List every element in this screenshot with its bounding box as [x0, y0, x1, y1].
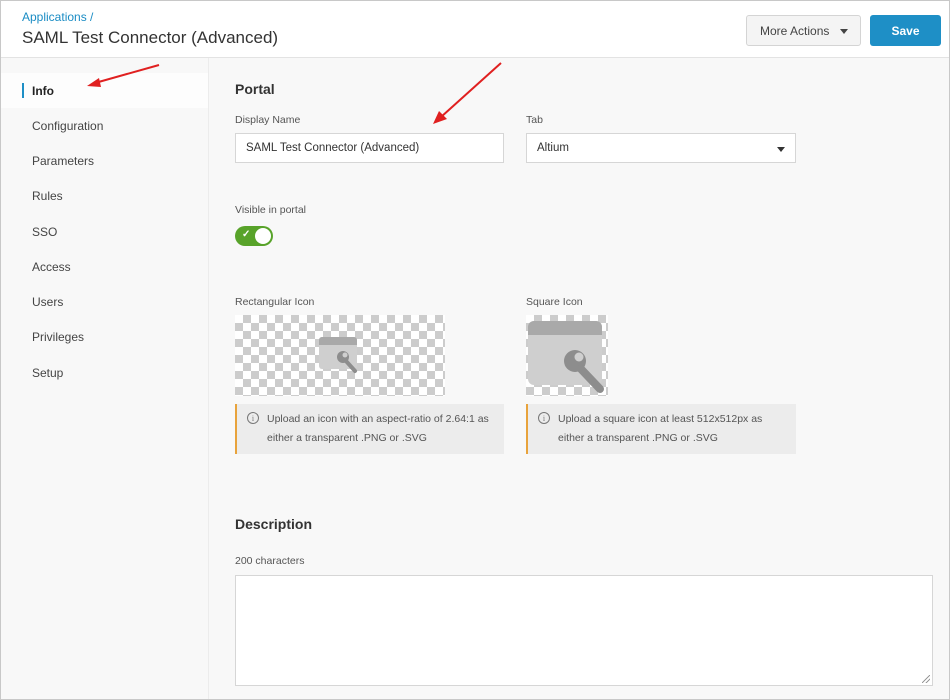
tab-select[interactable]: Altium: [526, 133, 796, 163]
sidebar-item-rules[interactable]: Rules: [1, 178, 208, 213]
tab-select-value: Altium: [537, 142, 569, 154]
tab-label: Tab: [526, 114, 543, 126]
app-wrench-placeholder-icon: [319, 337, 357, 373]
rectangular-icon-label: Rectangular Icon: [235, 296, 315, 308]
main-content: Portal Display Name SAML Test Connector …: [209, 58, 949, 699]
visible-in-portal-label: Visible in portal: [235, 204, 307, 216]
display-name-label: Display Name: [235, 114, 301, 126]
portal-section-title: Portal: [235, 81, 275, 97]
caret-down-icon: [777, 147, 785, 152]
more-actions-label: More Actions: [760, 23, 830, 38]
page-header: Applications / SAML Test Connector (Adva…: [1, 1, 949, 58]
description-textarea[interactable]: [235, 575, 933, 686]
sidebar-item-label: Info: [32, 83, 54, 98]
rectangular-info-line1: Upload an icon with an aspect-ratio of 2…: [267, 413, 489, 425]
sidebar-item-label: Setup: [32, 365, 64, 380]
sidebar: Info Configuration Parameters Rules SSO …: [1, 58, 209, 699]
page-title: SAML Test Connector (Advanced): [22, 28, 279, 47]
rectangular-info-line2: either a transparent .PNG or .SVG: [267, 432, 427, 444]
app-wrench-placeholder-icon: [528, 321, 604, 393]
sidebar-item-label: SSO: [32, 224, 58, 239]
sidebar-item-setup[interactable]: Setup: [1, 355, 208, 390]
sidebar-item-access[interactable]: Access: [1, 249, 208, 284]
sidebar-item-configuration[interactable]: Configuration: [1, 108, 208, 143]
square-icon-upload[interactable]: [526, 315, 608, 396]
square-icon-label: Square Icon: [526, 296, 583, 308]
sidebar-item-label: Access: [32, 259, 71, 274]
sidebar-item-label: Privileges: [32, 329, 85, 344]
more-actions-button[interactable]: More Actions: [746, 15, 861, 46]
description-section-title: Description: [235, 516, 313, 532]
toggle-knob: [255, 228, 271, 244]
description-char-limit: 200 characters: [235, 555, 305, 567]
app-window: Applications / SAML Test Connector (Adva…: [0, 0, 950, 700]
sidebar-item-label: Users: [32, 294, 64, 309]
sidebar-item-users[interactable]: Users: [1, 284, 208, 319]
display-name-input[interactable]: SAML Test Connector (Advanced): [235, 133, 504, 163]
sidebar-item-label: Configuration: [32, 118, 104, 133]
info-icon: i: [247, 412, 259, 424]
sidebar-item-privileges[interactable]: Privileges: [1, 319, 208, 354]
sidebar-item-label: Rules: [32, 188, 63, 203]
sidebar-item-label: Parameters: [32, 153, 95, 168]
visible-in-portal-toggle[interactable]: ✓: [235, 226, 273, 246]
resize-handle-icon[interactable]: [922, 675, 930, 683]
square-icon-info: i Upload a square icon at least 512x512p…: [526, 404, 796, 454]
sidebar-item-parameters[interactable]: Parameters: [1, 143, 208, 178]
rectangular-icon-info: i Upload an icon with an aspect-ratio of…: [235, 404, 504, 454]
sidebar-item-sso[interactable]: SSO: [1, 214, 208, 249]
square-info-line1: Upload a square icon at least 512x512px …: [558, 413, 763, 425]
save-button[interactable]: Save: [870, 15, 941, 46]
breadcrumb-applications[interactable]: Applications /: [22, 10, 93, 24]
caret-down-icon: [840, 29, 848, 34]
sidebar-item-info[interactable]: Info: [1, 73, 208, 108]
info-icon: i: [538, 412, 550, 424]
rectangular-icon-upload[interactable]: [235, 315, 445, 396]
check-icon: ✓: [242, 229, 251, 240]
square-info-line2: either a transparent .PNG or .SVG: [558, 432, 718, 444]
